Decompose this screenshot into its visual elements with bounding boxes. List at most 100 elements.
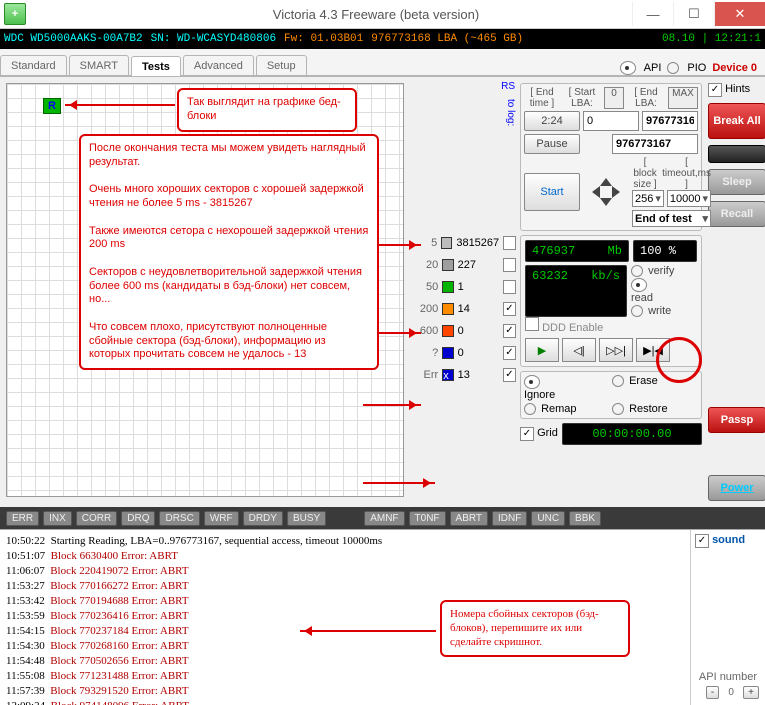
callout-log: Номера сбойных секторов (бэд-блоков), пе… (440, 600, 630, 657)
log-check[interactable] (503, 302, 516, 316)
start-lba-input[interactable] (583, 111, 639, 131)
lcd-timer: 00:00:00.00 (562, 423, 702, 445)
hints-check[interactable] (708, 83, 722, 97)
tab-standard[interactable]: Standard (0, 55, 67, 75)
minimize-button[interactable]: — (632, 2, 673, 26)
max-button[interactable]: MAX (668, 87, 698, 109)
result-row: 53815267 (412, 233, 516, 253)
current-lba[interactable] (612, 134, 698, 154)
pause-button[interactable]: Pause (524, 134, 580, 154)
main: R Так выглядит на графике бед-блоки Посл… (0, 77, 765, 507)
progress-bar (708, 145, 765, 163)
lcd-percent: 100 % (633, 240, 697, 262)
tab-tests[interactable]: Tests (131, 56, 181, 76)
hdd-model: WDC WD5000AAKS-00A7B2 (4, 33, 143, 45)
play-button[interactable]: ▶ (525, 338, 559, 362)
ddd-check[interactable]: DDD Enable (525, 322, 603, 334)
flag-amnf: AMNF (364, 511, 404, 526)
flag-drsc: DRSC (159, 511, 199, 526)
status-bar: WDC WD5000AAKS-00A7B2 SN: WD-WCASYD48080… (0, 29, 765, 49)
endtest-select[interactable]: End of test (632, 210, 711, 227)
lba-group: [ End time ][ Start LBA:0[ End LBA:MAX 2… (520, 83, 702, 231)
result-row: 20227 (412, 255, 516, 275)
device-label: Device 0 (712, 62, 757, 74)
log-check[interactable] (503, 280, 516, 294)
api-radio[interactable] (620, 61, 636, 75)
result-row: Errx13 (412, 365, 516, 385)
break-all-button[interactable]: Break All (708, 103, 765, 139)
api-number-value: 0 (721, 687, 741, 698)
log-check[interactable] (503, 324, 516, 338)
erase-radio[interactable]: Erase (612, 375, 698, 401)
zero-button[interactable]: 0 (604, 87, 624, 109)
flag-inx: INX (43, 511, 72, 526)
passp-button[interactable]: Passp (708, 407, 765, 433)
pio-radio[interactable] (667, 62, 679, 74)
firmware: Fw: 01.03B01 (284, 33, 363, 45)
sound-check[interactable]: sound (695, 534, 745, 546)
tab-setup[interactable]: Setup (256, 55, 307, 75)
log-line: 10:51:07 Block 6630400 Error: ABRT (6, 549, 684, 564)
tab-advanced[interactable]: Advanced (183, 55, 254, 75)
lcd-kbs: 63232kb/s (525, 265, 627, 317)
grid-check[interactable]: Grid (520, 427, 558, 441)
flag-bbk: BBK (569, 511, 601, 526)
lba-size: 976773168 LBA (~465 GB) (371, 33, 523, 45)
close-button[interactable]: ✕ (714, 2, 765, 26)
read-radio[interactable]: read (631, 278, 697, 304)
log-line: 11:57:39 Block 793291520 Error: ABRT (6, 684, 684, 699)
surface-graph: R Так выглядит на графике бед-блоки Посл… (6, 83, 404, 497)
log-check[interactable] (503, 346, 516, 360)
blocksize-select[interactable]: 256 (632, 190, 664, 207)
titlebar: + Victoria 4.3 Freeware (beta version) —… (0, 0, 765, 29)
sleep-button[interactable]: Sleep (708, 169, 765, 195)
tab-smart[interactable]: SMART (69, 55, 129, 75)
prev-button[interactable]: ▷▷| (599, 338, 633, 362)
tabs: Standard SMART Tests Advanced Setup API … (0, 49, 765, 77)
flag-unc: UNC (531, 511, 565, 526)
result-row: 501 (412, 277, 516, 297)
log-pane: Номера сбойных секторов (бэд-блоков), пе… (0, 529, 765, 705)
bad-block-marker: R (43, 98, 61, 114)
end-lba-input[interactable] (642, 111, 698, 131)
arrow-icon (363, 482, 435, 484)
step-back-button[interactable]: ◁| (562, 338, 596, 362)
serial: SN: WD-WCASYD480806 (151, 33, 276, 45)
flag-drdy: DRDY (243, 511, 283, 526)
nav-pad[interactable] (583, 164, 629, 220)
ignore-radio[interactable]: Ignore (524, 375, 610, 401)
app-icon: + (4, 3, 26, 25)
log-line: 10:50:22 Starting Reading, LBA=0..976773… (6, 534, 684, 549)
flag-t0nf: T0NF (409, 511, 446, 526)
verify-radio[interactable]: verify (631, 265, 697, 277)
log-check[interactable] (503, 258, 516, 272)
flag-corr: CORR (76, 511, 117, 526)
arrow-icon (300, 630, 436, 632)
recall-button[interactable]: Recall (708, 201, 765, 227)
start-button[interactable]: Start (524, 173, 580, 211)
log-check[interactable] (503, 236, 516, 250)
api-inc[interactable]: + (743, 686, 759, 699)
power-button[interactable]: Power (708, 475, 765, 501)
write-radio[interactable]: write (631, 305, 697, 317)
api-number-label: API number (699, 671, 757, 683)
callout-badblock: Так выглядит на графике бед-блоки (177, 88, 357, 132)
result-row: 20014 (412, 299, 516, 319)
restore-radio[interactable]: Restore (612, 403, 698, 415)
flag-drq: DRQ (121, 511, 155, 526)
flag-row: ERRINXCORRDRQDRSCWRFDRDYBUSYAMNFT0NFABRT… (0, 507, 765, 529)
timeout-select[interactable]: 10000 (667, 190, 711, 207)
log-check[interactable] (503, 368, 516, 382)
next-button[interactable]: ▶|◀ (636, 338, 670, 362)
arrow-icon (363, 404, 421, 406)
endtime-value: 2:24 (524, 111, 580, 131)
remap-radio[interactable]: Remap (524, 403, 610, 415)
log-text[interactable]: Номера сбойных секторов (бэд-блоков), пе… (0, 530, 690, 705)
rs-label: RS (501, 81, 515, 92)
log-line: 11:55:08 Block 771231488 Error: ABRT (6, 669, 684, 684)
log-line: 12:09:24 Block 974148096 Error: ABRT (6, 699, 684, 705)
maximize-button[interactable]: ☐ (673, 2, 714, 26)
flag-wrf: WRF (204, 511, 239, 526)
flag-abrt: ABRT (450, 511, 489, 526)
api-dec[interactable]: - (706, 686, 719, 699)
